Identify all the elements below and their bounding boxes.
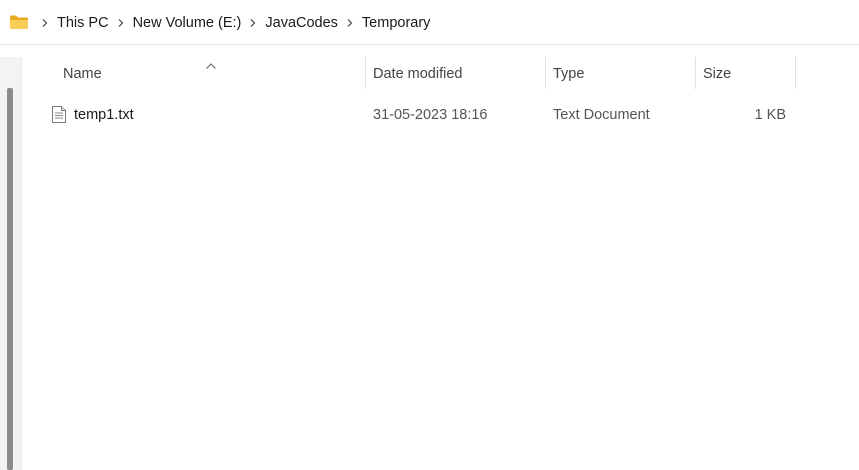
column-divider[interactable]: [795, 57, 796, 89]
file-list: temp1.txt 31-05-2023 18:16 Text Document…: [22, 97, 859, 133]
scrollbar-thumb[interactable]: [7, 88, 13, 470]
breadcrumb: This PC New Volume (E:) JavaCodes Tempor…: [36, 0, 433, 45]
folder-icon: [9, 14, 29, 30]
file-size: 1 KB: [754, 107, 786, 123]
column-header-name[interactable]: Name: [55, 57, 365, 91]
file-explorer-window: This PC New Volume (E:) JavaCodes Tempor…: [0, 0, 859, 470]
column-header-type[interactable]: Type: [545, 57, 695, 91]
column-header-size[interactable]: Size: [695, 57, 795, 91]
text-file-icon: [52, 106, 66, 123]
chevron-right-icon[interactable]: [36, 16, 54, 30]
column-headers: Name Date modified Type Size: [22, 57, 859, 93]
file-name[interactable]: temp1.txt: [74, 97, 134, 133]
breadcrumb-temporary[interactable]: Temporary: [359, 15, 434, 31]
navigation-pane-scrollbar[interactable]: [0, 57, 22, 470]
breadcrumb-javacodes[interactable]: JavaCodes: [262, 15, 341, 31]
breadcrumb-this-pc[interactable]: This PC: [54, 15, 112, 31]
chevron-right-icon[interactable]: [244, 16, 262, 30]
address-bar[interactable]: This PC New Volume (E:) JavaCodes Tempor…: [0, 0, 859, 45]
file-date-modified: 31-05-2023 18:16: [373, 107, 488, 123]
file-row[interactable]: temp1.txt 31-05-2023 18:16 Text Document…: [22, 97, 859, 133]
chevron-right-icon[interactable]: [112, 16, 130, 30]
chevron-right-icon[interactable]: [341, 16, 359, 30]
column-header-date-modified[interactable]: Date modified: [365, 57, 545, 91]
breadcrumb-new-volume[interactable]: New Volume (E:): [130, 15, 245, 31]
file-type: Text Document: [553, 107, 650, 123]
